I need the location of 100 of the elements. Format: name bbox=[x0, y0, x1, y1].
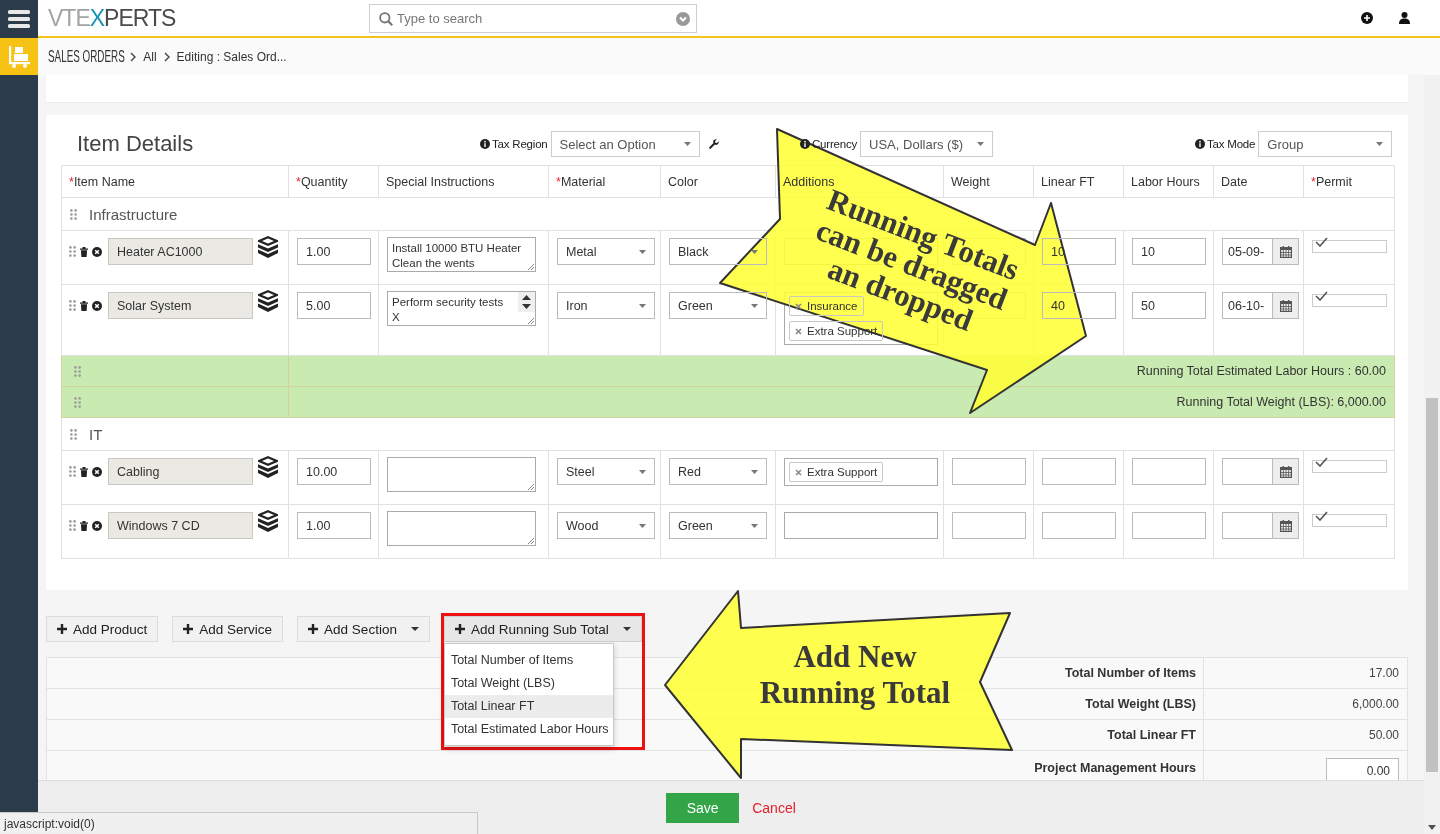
labor-hours-field[interactable]: 10 bbox=[1132, 238, 1206, 265]
check-icon[interactable] bbox=[1315, 511, 1328, 521]
addition-tag[interactable]: Extra Support bbox=[789, 462, 884, 482]
close-circle-icon[interactable] bbox=[92, 300, 102, 311]
permit-field[interactable] bbox=[1312, 460, 1387, 473]
material-select[interactable]: Wood bbox=[557, 512, 655, 539]
permit-field[interactable] bbox=[1312, 240, 1387, 253]
linear-ft-field[interactable] bbox=[1042, 458, 1116, 485]
weight-field[interactable] bbox=[952, 458, 1026, 485]
date-field[interactable]: 05-09- bbox=[1222, 238, 1273, 265]
boxes-icon[interactable] bbox=[258, 510, 278, 532]
drag-handle-icon[interactable] bbox=[70, 208, 77, 220]
add-button[interactable]: Add Service bbox=[172, 616, 284, 642]
trash-icon[interactable] bbox=[80, 300, 88, 311]
date-field[interactable]: 06-10- bbox=[1222, 292, 1273, 319]
close-circle-icon[interactable] bbox=[92, 466, 102, 477]
dropdown-button[interactable]: Add Section bbox=[297, 616, 430, 642]
drag-handle-icon[interactable] bbox=[69, 246, 76, 257]
color-select[interactable]: Green bbox=[669, 512, 767, 539]
linear-ft-field[interactable]: 40 bbox=[1042, 292, 1116, 319]
hours-field[interactable]: 0.00 bbox=[1326, 758, 1399, 780]
quantity-field[interactable]: 5.00 bbox=[297, 292, 371, 319]
instructions-field[interactable]: Perform security tests X bbox=[387, 291, 536, 326]
date-field[interactable] bbox=[1222, 458, 1273, 485]
instructions-field[interactable]: Install 10000 BTU Heater Clean the wents bbox=[387, 237, 536, 272]
additions-field[interactable] bbox=[784, 512, 938, 539]
trash-icon[interactable] bbox=[80, 466, 88, 477]
dropdown-button[interactable]: Add Running Sub Total bbox=[443, 616, 642, 642]
labor-hours-field[interactable]: 50 bbox=[1132, 292, 1206, 319]
instructions-field[interactable] bbox=[387, 457, 536, 492]
linear-ft-field[interactable] bbox=[1042, 512, 1116, 539]
menu-item[interactable]: Total Estimated Labor Hours bbox=[444, 718, 613, 741]
item-name-field[interactable]: Windows 7 CD bbox=[108, 512, 253, 539]
check-icon[interactable] bbox=[1315, 291, 1328, 301]
quantity-field[interactable]: 1.00 bbox=[297, 512, 371, 539]
menu-icon[interactable] bbox=[8, 10, 30, 28]
material-select[interactable]: Iron bbox=[557, 292, 655, 319]
labor-hours-field[interactable] bbox=[1132, 458, 1206, 485]
boxes-icon[interactable] bbox=[258, 290, 278, 312]
cancel-link[interactable]: Cancel bbox=[752, 799, 796, 816]
scroll-down-arrow-icon[interactable] bbox=[1428, 825, 1436, 830]
trash-icon[interactable] bbox=[80, 520, 88, 531]
resize-grip-icon[interactable] bbox=[527, 263, 534, 270]
drag-handle-icon[interactable] bbox=[74, 396, 81, 408]
menu-item[interactable]: Total Number of Items bbox=[444, 649, 613, 672]
breadcrumb-link[interactable]: All bbox=[143, 49, 157, 64]
drag-handle-icon[interactable] bbox=[69, 300, 76, 311]
remove-icon[interactable] bbox=[795, 302, 802, 310]
trash-icon[interactable] bbox=[80, 246, 88, 257]
close-circle-icon[interactable] bbox=[92, 520, 102, 531]
calendar-button[interactable] bbox=[1273, 458, 1299, 485]
scrollbar-thumb[interactable] bbox=[1426, 398, 1438, 772]
permit-field[interactable] bbox=[1312, 514, 1387, 527]
logo[interactable]: VTEXPERTS bbox=[48, 6, 176, 30]
search-field[interactable]: Type to search bbox=[369, 3, 697, 33]
instructions-field[interactable] bbox=[387, 511, 536, 546]
item-name-field[interactable]: Solar System bbox=[108, 292, 253, 319]
breadcrumb-link[interactable]: Editing : Sales Ord... bbox=[176, 49, 287, 64]
check-icon[interactable] bbox=[1315, 237, 1328, 247]
color-select[interactable]: Green bbox=[669, 292, 767, 319]
drag-handle-icon[interactable] bbox=[70, 428, 77, 440]
item-name-field[interactable]: Cabling bbox=[108, 458, 253, 485]
calendar-button[interactable] bbox=[1273, 292, 1299, 319]
quantity-field[interactable]: 1.00 bbox=[297, 238, 371, 265]
user-icon[interactable] bbox=[1399, 12, 1410, 24]
material-select[interactable]: Metal bbox=[557, 238, 655, 265]
weight-field[interactable] bbox=[952, 512, 1026, 539]
scroll-arrows-icon[interactable] bbox=[518, 292, 535, 312]
boxes-icon[interactable] bbox=[258, 236, 278, 258]
date-field[interactable] bbox=[1222, 512, 1273, 539]
tax-region-select[interactable]: Select an Option bbox=[550, 131, 700, 157]
drag-handle-icon[interactable] bbox=[69, 520, 76, 531]
tax-mode-select[interactable]: Group bbox=[1258, 131, 1393, 157]
resize-grip-icon[interactable] bbox=[527, 317, 534, 324]
calendar-button[interactable] bbox=[1273, 512, 1299, 539]
currency-select[interactable]: USA, Dollars ($) bbox=[860, 131, 994, 157]
color-select[interactable]: Black bbox=[669, 238, 767, 265]
drag-handle-icon[interactable] bbox=[74, 365, 81, 377]
additions-field[interactable] bbox=[784, 458, 938, 486]
labor-hours-field[interactable] bbox=[1132, 512, 1206, 539]
resize-grip-icon[interactable] bbox=[527, 537, 534, 544]
boxes-icon[interactable] bbox=[258, 456, 278, 478]
add-button[interactable]: Add Product bbox=[46, 616, 159, 642]
chevron-down-circle-icon[interactable] bbox=[676, 11, 690, 26]
module-title[interactable]: SALES ORDERS bbox=[48, 46, 125, 67]
menu-item[interactable]: Total Linear FT bbox=[444, 695, 613, 718]
drag-handle-icon[interactable] bbox=[69, 466, 76, 477]
calendar-button[interactable] bbox=[1273, 238, 1299, 265]
color-select[interactable]: Red bbox=[669, 458, 767, 485]
quantity-field[interactable]: 10.00 bbox=[297, 458, 371, 485]
scrollbar[interactable] bbox=[1424, 75, 1440, 834]
close-circle-icon[interactable] bbox=[92, 246, 102, 257]
material-select[interactable]: Steel bbox=[557, 458, 655, 485]
resize-grip-icon[interactable] bbox=[527, 483, 534, 490]
addition-tag[interactable]: Insurance bbox=[789, 296, 864, 316]
check-icon[interactable] bbox=[1315, 457, 1328, 467]
menu-item[interactable]: Total Weight (LBS) bbox=[444, 672, 613, 695]
wrench-icon[interactable] bbox=[708, 139, 719, 149]
plus-circle-icon[interactable] bbox=[1361, 12, 1373, 24]
item-name-field[interactable]: Heater AC1000 bbox=[108, 238, 253, 265]
